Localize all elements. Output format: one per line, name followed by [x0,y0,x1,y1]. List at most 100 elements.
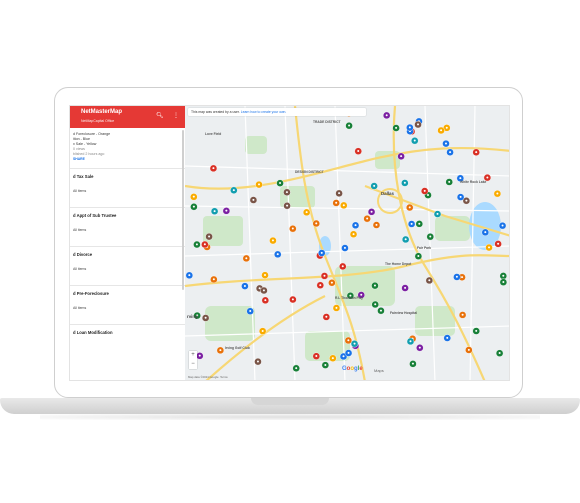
map-title: NetMasterMap [81,109,123,115]
map-pin-dot [212,167,215,170]
map-pin-dot [271,239,274,242]
learn-more-link[interactable]: Learn how to create your own. [241,110,287,114]
map-pin-dot [315,222,318,225]
layer-items-count[interactable]: All items [73,306,86,310]
map-pin-dot [342,355,345,358]
map-pin-dot [403,181,406,184]
map-pin-dot [446,336,449,339]
map-pin-dot [320,251,323,254]
maps-wordmark: Maps [374,368,384,373]
map-pin-dot [423,189,426,192]
map-pin-dot [315,354,318,357]
layer-divorce[interactable]: d Divorce All items [70,246,185,285]
map-pin-dot [195,243,198,246]
map-pin-dot [213,210,216,213]
map-pin-dot [203,243,206,246]
map-pin-dot [245,257,248,260]
map-pin-dot [400,155,403,158]
map-pin-dot [279,181,282,184]
map-pin-dot [347,351,350,354]
map-pin-dot [252,198,255,201]
map-pin-dot [417,255,420,258]
map-base [185,106,509,380]
map-pin-dot [276,253,279,256]
map-pin-dot [192,205,195,208]
map-pin-dot [404,286,407,289]
layer-title: d Pre-Foreclosure [73,291,109,296]
map-pin-dot [212,278,215,281]
map-subtitle: NetMapCapital Office [81,119,115,123]
map-pin-dot [417,123,420,126]
map-pin-dot [475,329,478,332]
map-canvas[interactable]: This map was created by a user. Learn ho… [185,106,509,380]
map-pin-dot [395,126,398,129]
map-label-fair-park: Fair Park [417,246,432,250]
map-pin-dot [501,224,504,227]
layer-items-count[interactable]: All items [73,267,86,271]
layer-items-count[interactable]: All items [73,228,86,232]
map-pin-dot [418,222,421,225]
zoom-in-icon[interactable]: + [189,351,197,360]
map-pin-dot [459,195,462,198]
user-map-banner: This map was created by a user. Learn ho… [188,108,366,116]
layer-title: d Tax Sale [73,174,94,179]
map-pin-dot [486,176,489,179]
map-pin-dot [291,298,294,301]
more-vert-icon[interactable]: ⋮ [173,112,179,119]
map-pin-dot [379,309,382,312]
map-pin-dot [373,184,376,187]
terms-link[interactable]: Terms [220,375,228,379]
map-pin-dot [465,199,468,202]
map-pin-dot [475,151,478,154]
layer-loan-modification[interactable]: d Loan Modification [70,324,185,363]
map-pin-dot [375,223,378,226]
map-pin-dot [342,204,345,207]
map-label-irving-golf: Irving Golf Club [225,346,250,350]
map-label-home-depot: The Home Depot [385,262,412,266]
map-pin-dot [385,114,388,117]
layer-title: d Divorce [73,252,93,257]
map-pin-dot [225,209,228,212]
map-pin-dot [449,151,452,154]
map-pin-dot [467,348,470,351]
layer-tax-sale[interactable]: d Tax Sale All items [70,168,185,207]
map-pin-dot [448,180,451,183]
layer-appt-sub-trustee[interactable]: d Appt of Sub Trustee All items [70,207,185,246]
map-pin-dot [323,274,326,277]
map-pin-dot [426,193,429,196]
search-icon[interactable]: 🔍︎ [156,112,164,119]
map-pin-dot [319,284,322,287]
map-pin-dot [335,306,338,309]
map-pin-dot [249,310,252,313]
map-pin-dot [256,360,259,363]
map-pin-dot [335,201,338,204]
map-pin-dot [428,279,431,282]
sidebar-scrollbar[interactable] [182,130,184,290]
map-pin-dot [348,124,351,127]
map-pin-dot [444,142,447,145]
map-pin-dot [440,129,443,132]
map-label-design-district: DESIGN DISTRICT [295,170,324,174]
zoom-out-icon[interactable]: − [189,360,197,369]
sidebar-header: NetMasterMap NetMapCapital Office 🔍︎ ⋮ [70,106,185,128]
map-pin-dot [264,299,267,302]
map-pin-dot [331,357,334,360]
map-pin-dot [357,150,360,153]
layer-pre-foreclosure[interactable]: d Pre-Foreclosure All items [70,285,185,324]
map-pin-dot [325,315,328,318]
layer-items-count[interactable]: All items [73,189,86,193]
map-pin-dot [497,242,500,245]
map-label-dallas: Dallas [381,191,394,196]
map-pin-dot [324,363,327,366]
map-pin-dot [404,238,407,241]
map-pin-dot [461,276,464,279]
attribution-text: Map data ©2024 Google [188,375,219,379]
map-pin-dot [243,284,246,287]
map-pin-dot [502,280,505,283]
share-link[interactable]: SHARE [73,157,185,162]
map-pin-dot [291,227,294,230]
layer-title: d Loan Modification [73,330,113,335]
banner-text: This map was created by a user. [191,110,240,114]
map-pin-dot [455,275,458,278]
map-label-rl-thornton: R.L Thornton Fwy [335,296,363,300]
